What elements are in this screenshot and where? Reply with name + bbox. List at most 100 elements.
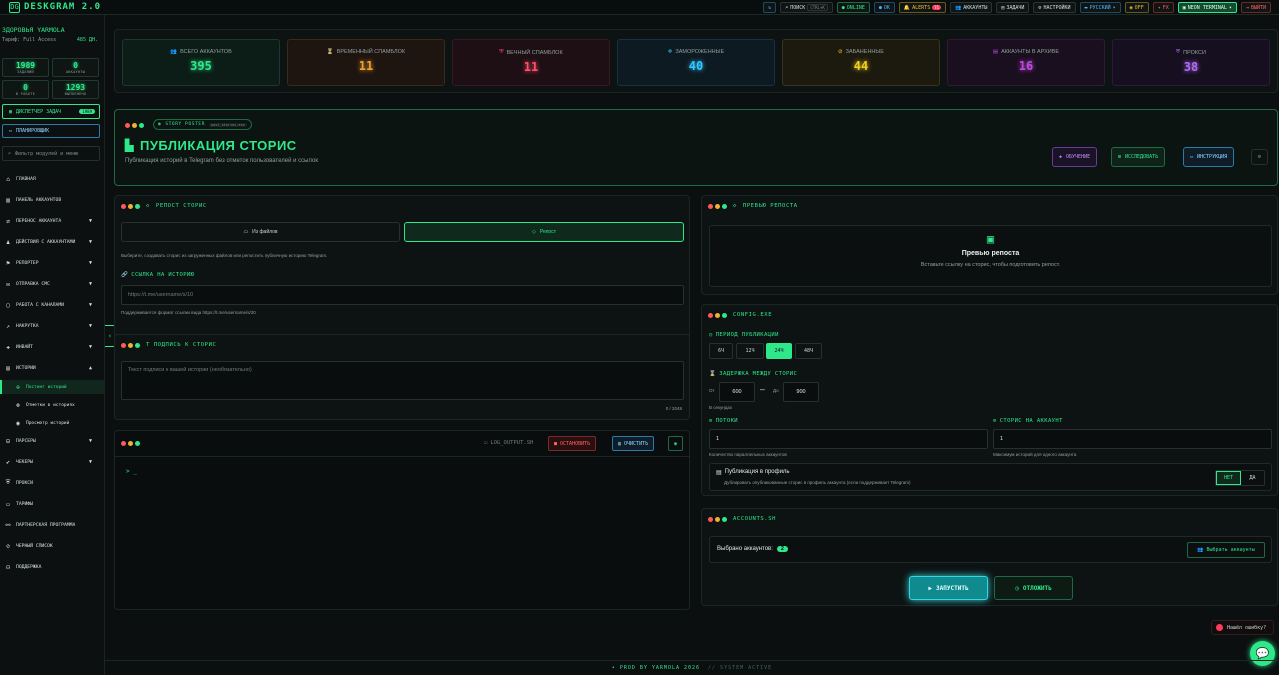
image-icon: ▣ [986, 232, 995, 246]
learn-button[interactable]: ◈ ОБУЧЕНИЕ [1052, 147, 1098, 167]
select-accounts-button[interactable]: 👥 Выбрать аккаунты [1187, 542, 1265, 558]
instruction-button[interactable]: ▭ ИНСТРУКЦИЯ [1183, 147, 1235, 167]
per-account-input[interactable]: 1 [993, 429, 1272, 449]
task-dispatcher-button[interactable]: ▦ ДИСПЕТЧЕР ЗАДАЧ 1989 [2, 104, 100, 119]
sidebar-item-channels[interactable]: ▢ РАБОТА С КАНАЛАМИ ▼ [0, 298, 104, 312]
panel-title: ACCOUNTS.SH [733, 516, 777, 522]
stat-card-total-accounts[interactable]: 👥 ВСЕГО АККАУНТОВ 395 [122, 39, 280, 86]
sidebar-item-support[interactable]: ☊ ПОДДЕРЖКА [0, 560, 104, 574]
sidebar-item-tariffs[interactable]: ▭ ТАРИФЫ [0, 497, 104, 511]
calendar-icon: ▭ [9, 128, 13, 134]
app-logo[interactable]: DG DESKGRAM 2.0 [9, 1, 101, 13]
panel-title: CONFIG.EXE [733, 312, 773, 318]
period-option[interactable]: 6Ч [709, 343, 733, 359]
per-account-label: ⊜ СТОРИС НА АККАУНТ [993, 418, 1063, 424]
period-option[interactable]: 12Ч [736, 343, 764, 359]
theme-label: NEON TERMINAL [1187, 4, 1227, 11]
tasks-button[interactable]: ▤ ЗАДАЧИ [996, 2, 1030, 13]
delay-units: В секундах [709, 405, 733, 410]
sidebar-item-home[interactable]: ⌂ ГЛАВНАЯ [0, 172, 104, 186]
stat-card-perm-spamblock[interactable]: ⛨ ВЕЧНЫЙ СПАМБЛОК 11 [452, 39, 610, 86]
sidebar-item-sms[interactable]: ✉ ОТПРАВКА СМС ▼ [0, 277, 104, 291]
sidebar-subitem-view-stories[interactable]: ◉ Просмотр историй [0, 416, 104, 430]
sidebar-item-invite[interactable]: ✚ ИНВАЙТ ▼ [0, 340, 104, 354]
per-account-label-text: СТОРИС НА АККАУНТ [999, 418, 1063, 424]
sidebar-item-partner[interactable]: ⚯ ПАРТНЕРСКАЯ ПРОГРАММА [0, 518, 104, 532]
sound-toggle[interactable]: ◉ OFF [1124, 2, 1149, 13]
refresh-button[interactable]: ↻ [763, 2, 777, 13]
threads-label: ⊜ ПОТОКИ [709, 418, 738, 424]
language-select[interactable]: ▬ РУССКИЙ ▾ [1079, 2, 1121, 13]
sidebar-item-proxy[interactable]: ⛨ ПРОКСИ [0, 476, 104, 490]
stop-button[interactable]: ■ ОСТАНОВИТЬ [548, 436, 597, 451]
block-icon: ⊘ [6, 542, 10, 550]
logout-button[interactable]: ⇥ ВЫЙТИ [1240, 2, 1271, 13]
hourglass-icon: ⌛ [709, 371, 717, 377]
stat-card-banned[interactable]: ⊘ ЗАБАНЕННЫЕ 44 [782, 39, 940, 86]
sidebar-item-transfer[interactable]: ⇄ ПЕРЕНОС АККАУНТА ▼ [0, 214, 104, 228]
planner-button[interactable]: ▭ ПЛАНИРОВЩИК [2, 124, 100, 138]
module-filter-input[interactable]: ⌕ Фильтр модулей и меню [2, 146, 100, 161]
stat-tasks: 1989 ЗАДАНИЙ [2, 58, 49, 77]
sidebar-item-reporter[interactable]: ⚑ РЕПОРТЕР ▼ [0, 256, 104, 270]
log-toggle-button[interactable]: ◉ [668, 436, 683, 451]
chevron-down-icon: ▼ [88, 459, 92, 465]
language-label: РУССКИЙ [1089, 4, 1111, 11]
story-link-input[interactable]: https://t.me/username/s/10 [121, 285, 684, 305]
repost-mode-button[interactable]: ◇ Репост [404, 222, 684, 242]
start-button[interactable]: ▶ ЗАПУСТИТЬ [909, 576, 988, 600]
report-bug-label: Нашёл ошибку? [1227, 624, 1267, 631]
stat-card-temp-spamblock[interactable]: ⏳ ВРЕМЕННЫЙ СПАМБЛОК 11 [287, 39, 445, 86]
research-button[interactable]: ⊞ ИССЛЕДОВАТЬ [1111, 147, 1166, 167]
theme-select[interactable]: ▣ NEON TERMINAL ▾ [1177, 2, 1237, 13]
clear-button[interactable]: ▥ ОЧИСТИТЬ [612, 436, 655, 451]
period-option[interactable]: 48Ч [795, 343, 822, 359]
caption-textarea[interactable]: Текст подписи к вашей истории (необязате… [121, 361, 684, 400]
selected-accounts-row: Выбрано аккаунтов: 2 👥 Выбрать аккаунты [709, 536, 1272, 563]
nav-label: РАБОТА С КАНАЛАМИ [16, 302, 64, 308]
profile-publish-row: ▤ Публикация в профиль Дублировать опубли… [709, 463, 1272, 491]
delay-to-input[interactable]: 900 [783, 382, 819, 402]
period-option-label: 6Ч [717, 348, 725, 354]
sidebar-item-blacklist[interactable]: ⊘ ЧЕРНЫЙ СПИСОК [0, 539, 104, 553]
sound-label: OFF [1134, 4, 1144, 11]
sidebar-subitem-story-tags[interactable]: ⊛ Отметки в историях [0, 398, 104, 412]
sidebar-item-parsers[interactable]: ⊟ ПАРСЕРЫ ▼ [0, 434, 104, 448]
diamond-icon: ◇ [531, 229, 536, 235]
window-dots [121, 441, 140, 446]
postpone-button[interactable]: ◷ ОТЛОЖИТЬ [994, 576, 1073, 600]
module-settings-button[interactable]: ⚙ [1251, 149, 1268, 165]
stat-card-archived[interactable]: ▤ АККАУНТЫ В АРХИВЕ 16 [947, 39, 1105, 86]
toggle-no[interactable]: НЕТ [1216, 471, 1241, 485]
delay-label-text: ЗАДЕРЖКА МЕЖДУ СТОРИС [719, 371, 798, 377]
sidebar-item-stories[interactable]: ▤ ИСТОРИИ ▲ [0, 361, 104, 375]
sidebar-item-accounts-panel[interactable]: ▥ ПАНЕЛЬ АККАУНТОВ [0, 193, 104, 207]
stat-card-value: 40 [688, 59, 704, 73]
user-name: ЗДОРОВЬЯ YARMOLA [2, 26, 65, 34]
nav-label: РЕПОРТЕР [16, 260, 39, 266]
stat-card-proxy[interactable]: ⛨ ПРОКСИ 38 [1112, 39, 1270, 86]
sidebar-subitem-post-stories[interactable]: ⊕ Постинг историй [0, 380, 104, 394]
accounts-button[interactable]: 👥 АККАУНТЫ [950, 2, 993, 13]
period-option-selected[interactable]: 24Ч [766, 343, 792, 359]
threads-input[interactable]: 1 [709, 429, 988, 449]
report-bug-button[interactable]: Нашёл ошибку? [1211, 620, 1274, 635]
stats-row: 👥 ВСЕГО АККАУНТОВ 395 ⏳ ВРЕМЕННЫЙ СПАМБЛОК… [114, 29, 1278, 93]
sidebar-item-checkers[interactable]: ✔ ЧЕКЕРЫ ▼ [0, 455, 104, 469]
story-link-placeholder: https://t.me/username/s/10 [128, 292, 194, 298]
delay-from-input[interactable]: 600 [719, 382, 755, 402]
sidebar-item-boost[interactable]: ↗ НАКРУТКА ▼ [0, 319, 104, 333]
fx-toggle[interactable]: ✦ FX [1152, 2, 1174, 13]
alerts-button[interactable]: 🔔 ALERTS 71 [898, 2, 947, 13]
power-icon: ◉ [1129, 4, 1133, 11]
stat-done: 1293 ВЫПОЛНЕНО [52, 80, 99, 99]
nav-label: Отметки в историях [26, 402, 75, 408]
stat-card-frozen[interactable]: ❄ ЗАМОРОЖЕННЫЕ 40 [617, 39, 775, 86]
toggle-yes[interactable]: ДА [1241, 471, 1264, 485]
sidebar-item-account-actions[interactable]: ♟ ДЕЙСТВИЯ С АККАУНТАМИ ▼ [0, 235, 104, 249]
search-button[interactable]: ⌕ ПОИСК CTRL+K [780, 2, 833, 13]
refresh-icon: ↻ [768, 4, 772, 11]
from-files-button[interactable]: ▭ Из файлов [121, 222, 400, 242]
archive-icon: ▤ [992, 49, 999, 55]
settings-button[interactable]: ⚙ НАСТРОЙКИ [1033, 2, 1076, 13]
